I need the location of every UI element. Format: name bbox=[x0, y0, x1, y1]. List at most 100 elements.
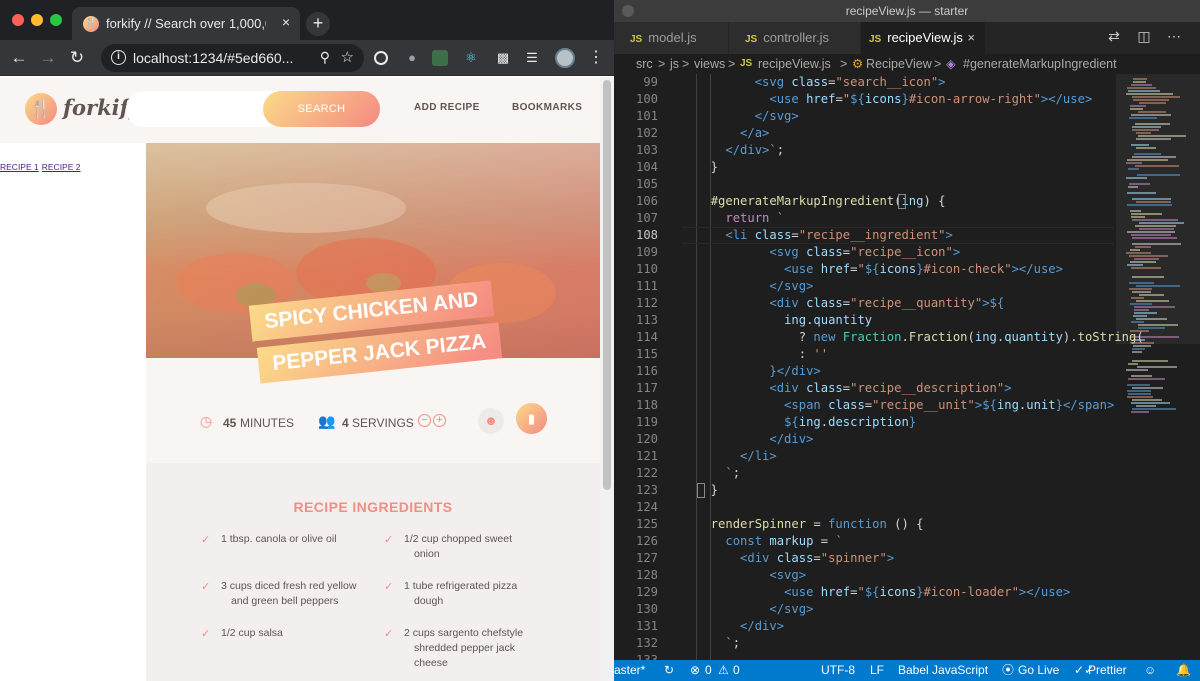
zoom-icon[interactable]: ⚲ bbox=[320, 49, 330, 66]
code-line[interactable]: 108 <li class="recipe__ingredient"> bbox=[614, 227, 1114, 244]
react-devtools-icon[interactable]: ⚛ bbox=[461, 48, 481, 68]
minimap[interactable] bbox=[1116, 74, 1200, 660]
extension-tree-icon[interactable] bbox=[432, 50, 448, 66]
breadcrumb-js[interactable]: js bbox=[670, 54, 679, 74]
code-line[interactable]: 100 <use href="${icons}#icon-arrow-right… bbox=[614, 91, 1114, 108]
code-line[interactable]: 114 ? new Fraction.Fraction(ing.quantity… bbox=[614, 329, 1144, 346]
code-line[interactable]: 106 #generateMarkupIngredient(ing) { bbox=[614, 193, 1114, 210]
prettier-button[interactable]: Prettier bbox=[1088, 660, 1127, 681]
code-line[interactable]: 118 <span class="recipe__unit">${ing.uni… bbox=[614, 397, 1114, 414]
tab-model-js[interactable]: JS model.js bbox=[614, 22, 728, 54]
page-scrollbar[interactable] bbox=[600, 77, 614, 681]
extensions-puzzle-icon[interactable]: ▩ bbox=[493, 48, 513, 68]
notifications-bell-icon[interactable]: 🔔 bbox=[1176, 660, 1191, 681]
code-line[interactable]: 116 }</div> bbox=[614, 363, 1114, 380]
code-line[interactable]: 127 <div class="spinner"> bbox=[614, 550, 1114, 567]
add-recipe-button[interactable]: ADD RECIPE bbox=[414, 102, 480, 113]
minimap-line bbox=[1129, 183, 1150, 185]
media-queue-icon[interactable]: ☰ bbox=[522, 48, 542, 68]
extension-circle-icon[interactable] bbox=[374, 51, 388, 65]
vscode-close-button[interactable] bbox=[622, 5, 634, 17]
go-live-button[interactable]: Go Live bbox=[1018, 660, 1059, 681]
search-input[interactable] bbox=[140, 101, 260, 115]
profile-avatar[interactable] bbox=[555, 48, 575, 68]
reload-icon[interactable]: ↻ bbox=[66, 47, 88, 69]
close-tab-icon[interactable]: × bbox=[967, 22, 975, 54]
increase-servings-button[interactable]: + bbox=[433, 414, 446, 427]
code-line[interactable]: 111 </svg> bbox=[614, 278, 1114, 295]
browser-menu-icon[interactable]: ⋮ bbox=[588, 47, 604, 67]
source-control-compare-icon[interactable]: ⇄ bbox=[1106, 28, 1122, 44]
breadcrumb-file[interactable]: recipeView.js bbox=[758, 54, 831, 74]
code-line[interactable]: 124 bbox=[614, 499, 1114, 516]
line-endings[interactable]: LF bbox=[870, 660, 884, 681]
code-line[interactable]: 132 `; bbox=[614, 635, 1114, 652]
new-tab-button[interactable]: + bbox=[306, 12, 330, 36]
error-icon[interactable]: ⊗ bbox=[690, 660, 700, 681]
code-line[interactable]: 128 <svg> bbox=[614, 567, 1114, 584]
code-line[interactable]: 120 </div> bbox=[614, 431, 1114, 448]
breadcrumb-views[interactable]: views bbox=[694, 54, 725, 74]
tab-controller-js[interactable]: JS controller.js bbox=[729, 22, 860, 54]
code-line[interactable]: 103 </div>`; bbox=[614, 142, 1114, 159]
bookmark-star-icon[interactable]: ☆ bbox=[341, 48, 354, 66]
extension-bulb-icon[interactable]: ● bbox=[402, 48, 422, 68]
minimize-window-button[interactable] bbox=[31, 14, 43, 26]
code-line[interactable]: 113 ing.quantity bbox=[614, 312, 1114, 329]
tab-recipeview-js[interactable]: JS recipeView.js × bbox=[861, 22, 985, 54]
search-button[interactable]: SEARCH bbox=[263, 91, 380, 127]
code-line[interactable]: 126 const markup = ` bbox=[614, 533, 1114, 550]
code-line[interactable]: 117 <div class="recipe__description"> bbox=[614, 380, 1114, 397]
code-line[interactable]: 122 `; bbox=[614, 465, 1114, 482]
code-line[interactable]: 121 </li> bbox=[614, 448, 1114, 465]
close-tab-icon[interactable]: × bbox=[282, 14, 290, 30]
code-line[interactable]: 125 renderSpinner = function () { bbox=[614, 516, 1114, 533]
git-branch[interactable]: aster* bbox=[614, 660, 645, 681]
breadcrumb-src[interactable]: src bbox=[636, 54, 653, 74]
minimap-line bbox=[1132, 198, 1171, 200]
bookmark-recipe-button[interactable]: ▮ bbox=[516, 403, 547, 434]
decrease-servings-button[interactable]: − bbox=[418, 414, 431, 427]
code-line[interactable]: 101 </svg> bbox=[614, 108, 1114, 125]
split-editor-icon[interactable]: ◫ bbox=[1136, 28, 1152, 44]
code-line[interactable]: 130 </svg> bbox=[614, 601, 1114, 618]
site-info-icon[interactable]: i bbox=[111, 50, 126, 65]
code-line[interactable]: 119 ${ing.description} bbox=[614, 414, 1114, 431]
browser-tab-forkify[interactable]: 🍴 forkify // Search over 1,000,000 × bbox=[72, 7, 300, 40]
forward-arrow-icon[interactable]: → bbox=[37, 47, 59, 69]
more-actions-icon[interactable]: ⋯ bbox=[1166, 28, 1182, 44]
encoding[interactable]: UTF-8 bbox=[821, 660, 855, 681]
warning-icon[interactable]: ⚠ bbox=[718, 660, 729, 681]
code-line[interactable]: 104 } bbox=[614, 159, 1114, 176]
code-line[interactable]: 115 : '' bbox=[614, 346, 1114, 363]
code-line[interactable]: 105 bbox=[614, 176, 1114, 193]
code-line[interactable]: 110 <use href="${icons}#icon-check"></us… bbox=[614, 261, 1114, 278]
warning-count[interactable]: 0 bbox=[733, 660, 740, 681]
code-line[interactable]: 129 <use href="${icons}#icon-loader"></u… bbox=[614, 584, 1114, 601]
bookmarks-button[interactable]: BOOKMARKS bbox=[512, 102, 582, 113]
code-line[interactable]: 109 <svg class="recipe__icon"> bbox=[614, 244, 1114, 261]
code-editor[interactable]: 99 <svg class="search__icon"> 100 <use hr… bbox=[614, 74, 1200, 660]
minimap-line bbox=[1132, 291, 1151, 293]
language-mode[interactable]: Babel JavaScript bbox=[898, 660, 988, 681]
code-line[interactable]: 123 } bbox=[614, 482, 1114, 499]
code-line[interactable]: 107 return ` bbox=[614, 210, 1114, 227]
breadcrumb-method[interactable]: #generateMarkupIngredient bbox=[963, 54, 1117, 74]
page-scrollbar-thumb[interactable] bbox=[603, 80, 611, 490]
close-window-button[interactable] bbox=[12, 14, 24, 26]
maximize-window-button[interactable] bbox=[50, 14, 62, 26]
address-bar[interactable]: i localhost:1234/#5ed660... ⚲ ☆ bbox=[101, 44, 364, 72]
back-arrow-icon[interactable]: ← bbox=[8, 47, 30, 69]
code-line[interactable]: 102 </a> bbox=[614, 125, 1114, 142]
recipe-link-2[interactable]: RECIPE 2 bbox=[42, 162, 81, 172]
breadcrumb-class[interactable]: RecipeView bbox=[866, 54, 932, 74]
feedback-icon[interactable]: ☺ bbox=[1144, 660, 1156, 681]
recipe-link-1[interactable]: RECIPE 1 bbox=[0, 162, 39, 172]
sync-icon[interactable]: ↻ bbox=[664, 660, 674, 681]
error-count[interactable]: 0 bbox=[705, 660, 712, 681]
url-text[interactable]: localhost:1234/#5ed660... bbox=[133, 50, 303, 66]
code-line[interactable]: 133 bbox=[614, 652, 1114, 660]
code-line[interactable]: 99 <svg class="search__icon"> bbox=[614, 74, 1114, 91]
code-line[interactable]: 112 <div class="recipe__quantity">${ bbox=[614, 295, 1114, 312]
code-line[interactable]: 131 </div> bbox=[614, 618, 1114, 635]
